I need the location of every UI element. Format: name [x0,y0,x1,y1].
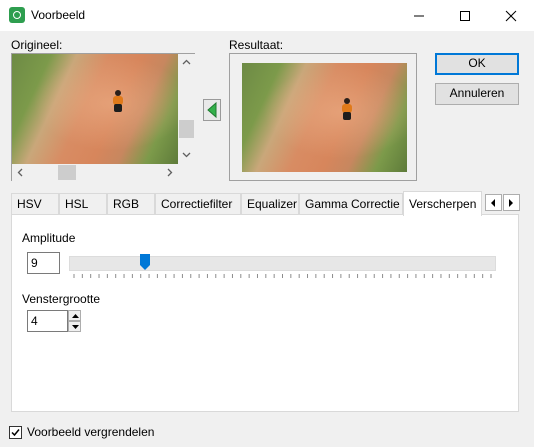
scrollbar-corner [178,164,195,181]
horizontal-scroll-thumb[interactable] [58,165,76,180]
lock-preview-label: Voorbeeld vergrendelen [27,425,155,439]
tabs-scroll-right-button[interactable] [503,194,520,211]
tab-hsv[interactable]: HSV [11,193,59,214]
sharpen-panel [11,214,519,412]
amplitude-label: Amplitude [22,231,76,245]
original-label: Origineel: [11,38,63,52]
chevron-down-icon [182,152,191,158]
scroll-left-button[interactable] [12,164,29,181]
chevron-left-icon [17,168,23,177]
result-preview-pane [229,53,417,181]
tab-equalizer[interactable]: Equalizer [241,193,299,214]
apply-to-original-button[interactable] [203,99,221,121]
spin-down-icon [72,325,79,329]
maximize-icon [460,11,470,21]
vertical-scroll-thumb[interactable] [179,120,194,138]
motorcycle-rider [341,98,353,120]
tab-gamma-correctie[interactable]: Gamma Correctie [299,193,403,214]
triangle-left-icon [491,199,495,207]
close-button[interactable] [488,0,534,31]
tab-correctiefilter[interactable]: Correctiefilter [155,193,241,214]
cancel-button[interactable]: Annuleren [435,83,519,105]
scroll-up-button[interactable] [178,54,195,71]
original-preview-pane[interactable] [11,53,195,181]
window-size-label: Venstergrootte [22,292,101,306]
left-arrow-icon [207,101,217,119]
chevron-right-icon [167,168,173,177]
tab-rgb[interactable]: RGB [107,193,155,214]
maximize-button[interactable] [442,0,488,31]
original-vertical-scrollbar[interactable] [178,54,195,164]
lock-preview-checkbox[interactable] [9,426,22,439]
tab-hsl[interactable]: HSL [59,193,107,214]
window-title: Voorbeeld [31,8,86,22]
original-image [12,54,178,164]
close-icon [505,10,517,22]
ok-button[interactable]: OK [435,53,519,75]
amplitude-slider-ticks [73,274,492,278]
chevron-up-icon [182,59,191,65]
window-size-increment[interactable] [68,310,81,321]
minimize-button[interactable] [396,0,442,31]
spin-up-icon [72,314,79,318]
preview-app-icon [9,7,25,23]
result-label: Resultaat: [229,38,284,52]
result-image [242,63,407,172]
amplitude-input[interactable]: 9 [27,252,60,274]
tabs-scroll-left-button[interactable] [485,194,502,211]
amplitude-slider[interactable] [69,256,496,271]
original-horizontal-scrollbar[interactable] [12,164,178,181]
motorcycle-rider [112,90,124,112]
window-size-input[interactable]: 4 [27,310,68,332]
title-bar: Voorbeeld [0,0,534,31]
scroll-right-button[interactable] [161,164,178,181]
amplitude-slider-thumb[interactable] [140,254,150,271]
checkmark-icon [11,429,20,437]
tab-verscherpen[interactable]: Verscherpen [403,191,482,216]
triangle-right-icon [509,199,513,207]
window-size-decrement[interactable] [68,321,81,332]
scroll-down-button[interactable] [178,147,195,164]
minimize-icon [414,15,424,17]
